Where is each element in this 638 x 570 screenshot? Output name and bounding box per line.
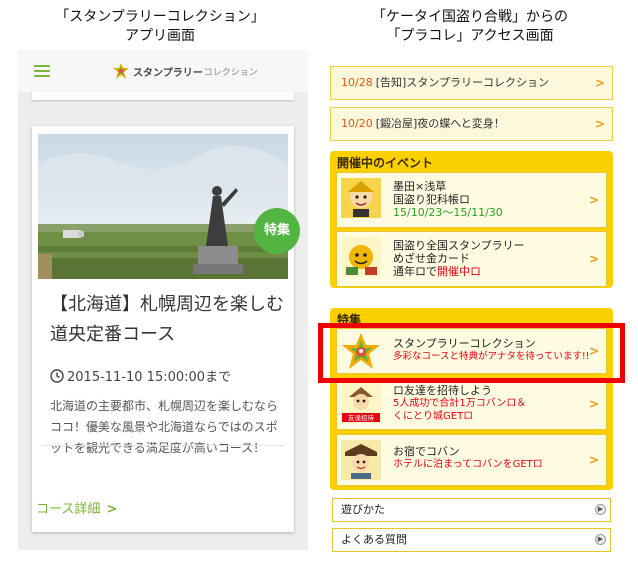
circle-chevron-right-icon: ▶ <box>595 504 606 515</box>
event-status-prefix: 通年ロで <box>393 265 437 278</box>
chevron-right-icon: > <box>106 502 118 517</box>
special-item-invite-friends[interactable]: 友達招待 ロ友達を招待しよう 5人成功で合計1万コバンロ＆ くにとり城GETロ … <box>336 378 607 430</box>
stamp-rally-app-screen: スタンプラリー コレクション 特集 【北海道】札幌周辺を楽しむ道央定番コース 2… <box>18 50 308 550</box>
special-title: ロ友達を招待しよう <box>393 384 492 397</box>
footer-link-label: よくある質問 <box>341 533 407 546</box>
course-detail-link[interactable]: コース詳細 > <box>36 498 117 517</box>
event-title: 墨田×浅草 <box>393 180 447 193</box>
kunitori-access-screen: 10/28 [告知]スタンプラリーコレクション > 10/20 [鍛冶屋]夜の蝶へと… <box>330 50 613 555</box>
news-row[interactable]: 10/28 [告知]スタンプラリーコレクション > <box>330 66 613 100</box>
course-description: 北海道の主要都市、札幌周辺を楽しむならココ！優美な風景や北海道ならではのスポット… <box>50 399 279 455</box>
course-photo-illustration <box>38 134 288 279</box>
chevron-right-icon: > <box>594 76 605 90</box>
course-photo[interactable] <box>38 134 288 279</box>
chevron-right-icon: > <box>588 193 599 207</box>
news-date: 10/28 <box>341 76 373 89</box>
special-title: お宿でコバン <box>393 445 460 458</box>
news-row[interactable]: 10/20 [鍛冶屋]夜の蝶へと変身！ > <box>330 107 613 141</box>
event-subtitle: めざせ金カード <box>393 252 470 265</box>
footer-link-how-to-play[interactable]: 遊びかた ▶ <box>332 498 611 522</box>
event-title: 国盗り全国スタンプラリー <box>393 239 525 252</box>
left-caption-line1: 「スタンプラリーコレクション」 <box>55 9 265 25</box>
special-subtitle: 5人成功で合計1万コバンロ＆ <box>393 398 527 409</box>
event-text: 墨田×浅草 国盗り犯科帳ロ 15/10/23〜15/11/30 <box>393 180 503 219</box>
chevron-right-icon: > <box>588 453 599 467</box>
course-deadline: 2015-11-10 15:00:00まで <box>50 366 290 385</box>
stamp-rally-character-icon <box>341 237 381 277</box>
right-caption-line1: 「ケータイ国盗り合戦」からの <box>372 9 568 25</box>
chevron-right-icon: > <box>594 117 605 131</box>
left-caption-line2: アプリ画面 <box>125 28 195 44</box>
highlight-frame <box>318 323 625 383</box>
special-subtitle-2: くにとり城GETロ <box>393 411 474 422</box>
event-character-icon <box>341 178 381 218</box>
special-item-hotel-koban[interactable]: お宿でコバン ホテルに泊まってコバンをGETロ > <box>336 434 607 486</box>
event-item-sumida[interactable]: 墨田×浅草 国盗り犯科帳ロ 15/10/23〜15/11/30 > <box>336 172 607 228</box>
invite-friends-icon: 友達招待 <box>341 383 381 423</box>
feature-badge: 特集 <box>254 208 300 254</box>
course-deadline-text: 2015-11-10 15:00:00まで <box>67 370 232 385</box>
logo-text: スタンプラリー <box>133 67 203 79</box>
event-text: 国盗り全国スタンプラリー めざせ金カード 通年ロで開催中ロ <box>393 239 525 278</box>
event-status: 通年ロで開催中ロ <box>393 265 525 278</box>
event-period: 15/10/23〜15/11/30 <box>393 206 503 219</box>
previous-card-edge <box>32 92 294 100</box>
footer-link-label: 遊びかた <box>341 503 385 516</box>
left-caption: 「スタンプラリーコレクション」 アプリ画面 <box>30 8 290 46</box>
event-subtitle: 国盗り犯科帳ロ <box>393 193 470 206</box>
logo-subtext: コレクション <box>203 67 258 78</box>
news-text: [鍛冶屋]夜の蝶へと変身！ <box>375 117 505 130</box>
footer-link-faq[interactable]: よくある質問 ▶ <box>332 528 611 552</box>
chevron-right-icon: > <box>588 252 599 266</box>
app-logo[interactable]: スタンプラリー コレクション <box>113 63 258 79</box>
special-text: お宿でコバン ホテルに泊まってコバンをGETロ <box>393 445 543 471</box>
invite-thumb-label: 友達招待 <box>348 413 375 422</box>
circle-chevron-right-icon: ▶ <box>595 534 606 545</box>
course-title[interactable]: 【北海道】札幌周辺を楽しむ道央定番コース <box>50 290 290 350</box>
app-header: スタンプラリー コレクション <box>18 50 308 92</box>
event-status-active: 開催中ロ <box>437 265 481 278</box>
clock-icon <box>50 368 64 383</box>
course-detail-label: コース詳細 <box>36 502 101 517</box>
right-caption-line2: 「プラコレ」アクセス画面 <box>386 28 554 44</box>
special-text: ロ友達を招待しよう 5人成功で合計1万コバンロ＆ くにとり城GETロ <box>393 384 526 423</box>
event-item-national-rally[interactable]: 国盗り全国スタンプラリー めざせ金カード 通年ロで開催中ロ > <box>336 231 607 287</box>
hamburger-menu-icon[interactable] <box>34 65 50 77</box>
news-date: 10/20 <box>341 117 373 130</box>
card-divider <box>42 445 284 446</box>
events-section: 開催中のイベント 墨田×浅草 国盗り犯科帳ロ 15/10/23〜15/11/30… <box>330 151 613 288</box>
events-section-title: 開催中のイベント <box>337 156 434 170</box>
special-subtitle: ホテルに泊まってコバンをGETロ <box>393 459 543 470</box>
news-text: [告知]スタンプラリーコレクション <box>375 76 549 89</box>
course-card[interactable]: 特集 【北海道】札幌周辺を楽しむ道央定番コース 2015-11-10 15:00… <box>32 126 300 532</box>
chevron-right-icon: > <box>588 397 599 411</box>
hotel-character-icon <box>341 440 381 480</box>
right-caption: 「ケータイ国盗り合戦」からの 「プラコレ」アクセス画面 <box>315 8 625 46</box>
logo-star-icon <box>113 63 129 79</box>
